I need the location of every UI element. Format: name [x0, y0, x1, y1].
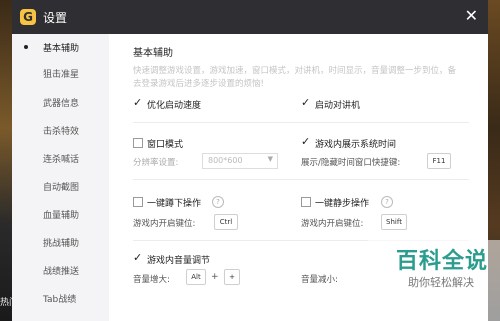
resolution-value: 800*600: [208, 156, 243, 165]
walkie-checkbox[interactable]: [301, 96, 311, 109]
section-description: 快速调整游戏设置，游戏加速，窗口模式，对讲机，时间显示，音量调整一步到位，备去登…: [133, 66, 457, 89]
kick-hotkey[interactable]: Ctrl: [214, 214, 238, 230]
volume-down-label: 音量减小:: [301, 275, 338, 285]
help-icon[interactable]: ?: [212, 196, 224, 208]
kick-hotkey-label: 游戏内开启键位:: [133, 219, 196, 229]
sidebar-item-killstreak-shout[interactable]: 连杀喊话: [12, 148, 109, 168]
optimize-speed-checkbox[interactable]: [133, 96, 143, 109]
show-hide-time-label: 展示/隐藏时间窗口快捷键:: [301, 158, 401, 168]
sidebar-item-challenge-assist[interactable]: 挑战辅助: [12, 232, 109, 252]
sidebar-item-label: 狙击准星: [43, 70, 80, 80]
one-key-kick-checkbox[interactable]: [133, 197, 143, 207]
show-hide-time-key[interactable]: F11: [427, 153, 451, 169]
chevron-down-icon: ▼: [267, 155, 273, 163]
show-sys-time-label: 游戏内展示系统时间: [315, 140, 397, 150]
title-bar: G 设置 ✕: [12, 0, 488, 34]
quiet-hotkey-label: 游戏内开启键位:: [301, 219, 364, 229]
app-logo-icon: G: [20, 9, 36, 25]
volume-adjust-label: 游戏内音量调节: [147, 256, 211, 266]
active-dot-icon: [24, 45, 28, 49]
sidebar-item-label: 连杀喊话: [43, 155, 80, 165]
quiet-hotkey[interactable]: Shift: [381, 214, 407, 230]
sidebar-item-label: 武器信息: [43, 99, 80, 109]
divider: [133, 179, 469, 180]
sidebar-item-label: 血量辅助: [43, 211, 80, 221]
volume-adjust-checkbox[interactable]: [133, 251, 143, 264]
one-key-kick-label: 一键蹲下操作: [147, 199, 202, 209]
sidebar-item-label: 挑战辅助: [43, 239, 80, 249]
optimize-speed-label: 优化启动速度: [147, 101, 202, 111]
show-sys-time-checkbox[interactable]: [301, 135, 311, 148]
sidebar-item-label: 战绩推送: [43, 267, 80, 277]
sidebar-item-tab-record[interactable]: Tab战绩: [12, 288, 109, 308]
sidebar-item-label: 基本辅助: [43, 44, 80, 54]
sidebar-item-label: Tab战绩: [43, 295, 77, 305]
sidebar-item-record-push[interactable]: 战绩推送: [12, 260, 109, 280]
watermark-subtitle: 助你轻松解决: [408, 276, 474, 289]
sidebar-item-basic[interactable]: 基本辅助: [12, 37, 109, 57]
sidebar-item-crosshair[interactable]: 狙击准星: [12, 63, 109, 83]
help-icon[interactable]: ?: [381, 196, 393, 208]
walkie-label: 启动对讲机: [315, 101, 361, 111]
divider: [133, 122, 469, 123]
volume-up-label: 音量增大:: [133, 275, 170, 285]
window-mode-label: 窗口模式: [147, 140, 184, 150]
section-title: 基本辅助: [133, 48, 173, 59]
resolution-label: 分辨率设置:: [133, 158, 179, 168]
sidebar-item-label: 击杀特效: [43, 127, 80, 137]
sidebar-item-weapon-info[interactable]: 武器信息: [12, 92, 109, 112]
sidebar-item-label: 自动截图: [43, 183, 80, 193]
sidebar-item-auto-screenshot[interactable]: 自动截图: [12, 176, 109, 196]
one-key-quiet-label: 一键静步操作: [315, 199, 370, 209]
close-icon[interactable]: ✕: [465, 6, 478, 25]
watermark-title: 百科全说: [396, 249, 489, 274]
sidebar: 基本辅助 狙击准星 武器信息 击杀特效 连杀喊话 自动截图 血量辅助 挑战辅助 …: [12, 34, 109, 321]
resolution-select[interactable]: 800*600 ▼: [202, 153, 278, 169]
one-key-quiet-checkbox[interactable]: [301, 197, 311, 207]
sidebar-item-health-assist[interactable]: 血量辅助: [12, 204, 109, 224]
window-title: 设置: [43, 11, 68, 25]
volume-up-key-plus[interactable]: +: [224, 269, 240, 285]
volume-up-key-alt[interactable]: Alt: [186, 269, 206, 285]
window-mode-checkbox[interactable]: [133, 138, 143, 148]
sidebar-item-kill-effect[interactable]: 击杀特效: [12, 120, 109, 140]
plus-separator: +: [211, 272, 219, 282]
